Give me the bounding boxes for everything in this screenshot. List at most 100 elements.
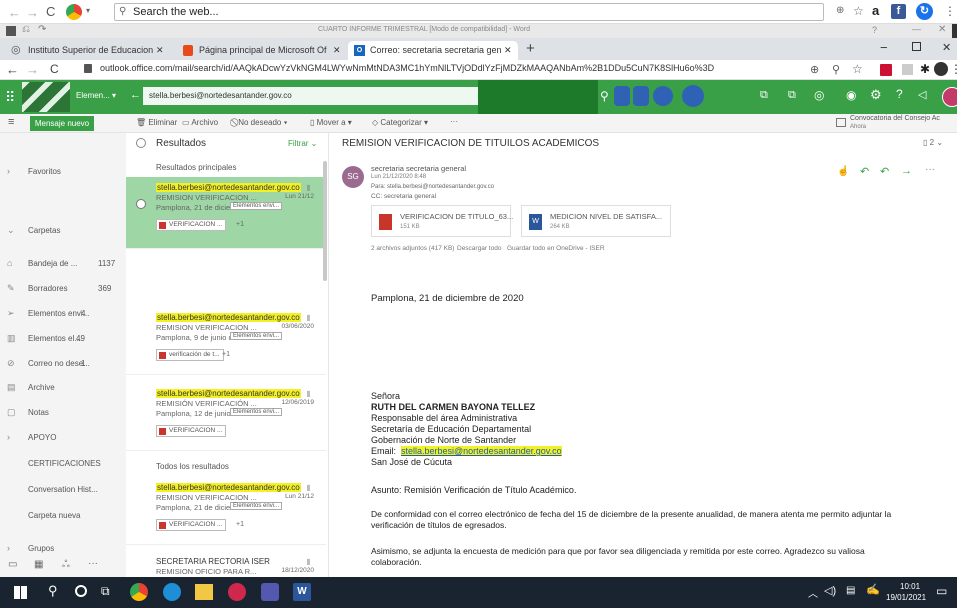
- back-icon[interactable]: ←: [6, 62, 19, 77]
- list-item[interactable]: stella.berbesi@nortedesantander.gov.co ⫴…: [126, 383, 326, 451]
- chrome-taskbar-icon[interactable]: [130, 583, 148, 601]
- settings-icon[interactable]: ⚙: [870, 87, 882, 103]
- clock-time[interactable]: 10:01: [900, 582, 920, 591]
- tab-close-icon[interactable]: ✕: [333, 41, 341, 60]
- tab-microsoft-office[interactable]: Página principal de Microsoft Of ✕: [177, 41, 347, 60]
- reload-icon[interactable]: C: [50, 62, 59, 76]
- zoom-icon[interactable]: ⊕: [836, 5, 844, 16]
- amazon-icon[interactable]: a: [872, 3, 879, 18]
- list-item[interactable]: SECRETARIA RECTORIA ISER ⫴ REMISION OFIC…: [126, 551, 326, 577]
- network-icon[interactable]: ▤: [846, 585, 855, 596]
- attachment-card[interactable]: VERIFICACION DE TITULO_63... 151 KB: [371, 205, 513, 237]
- more-icon[interactable]: ···: [88, 558, 98, 569]
- whats-new-icon[interactable]: ◎: [814, 88, 824, 102]
- star-icon[interactable]: ☆: [852, 62, 863, 76]
- categorize-button[interactable]: ◇ Categorizar ▾: [372, 118, 428, 127]
- pen-icon[interactable]: ✍: [866, 583, 880, 596]
- profile-icon[interactable]: [934, 62, 948, 76]
- word-taskbar-icon[interactable]: W: [293, 583, 311, 601]
- calendar-icon[interactable]: ▦: [34, 559, 43, 570]
- opera-taskbar-icon[interactable]: [228, 583, 246, 601]
- close-icon[interactable]: ✕: [942, 41, 951, 54]
- junk-button[interactable]: ⃠ No deseado ▾: [236, 118, 287, 128]
- nav-conversation-history[interactable]: Conversation Hist...: [0, 479, 126, 501]
- archive-button[interactable]: ▭ Archivo: [182, 118, 218, 127]
- redo-icon[interactable]: ↷: [38, 24, 46, 35]
- delete-button[interactable]: 🗑 Eliminar: [136, 118, 177, 127]
- ext-icon-2[interactable]: [902, 64, 913, 75]
- notice-link[interactable]: Convocatoria del Consejo Ac: [850, 115, 940, 122]
- scrollbar[interactable]: [323, 161, 327, 281]
- volume-icon[interactable]: ◁): [824, 584, 836, 597]
- forward-icon[interactable]: →: [901, 165, 912, 177]
- clock-date[interactable]: 19/01/2021: [886, 593, 926, 602]
- word-minimize-icon[interactable]: —: [912, 24, 921, 34]
- extension-icon[interactable]: ↻: [916, 3, 933, 20]
- app-launcher-icon[interactable]: ⠿: [5, 89, 15, 106]
- nav-certificaciones[interactable]: CERTIFICACIONES: [0, 453, 126, 475]
- list-item[interactable]: stella.berbesi@nortedesantander.gov.co ⫴…: [126, 307, 326, 375]
- nav-inbox[interactable]: ⌂ Bandeja de ... 1137: [0, 253, 126, 275]
- nav-carpeta-nueva[interactable]: Carpeta nueva: [0, 505, 126, 527]
- new-message-button[interactable]: Mensaje nuevo: [30, 116, 94, 131]
- attachment-chip[interactable]: VERIFICACION ...: [156, 519, 227, 531]
- undo-icon[interactable]: ⎌: [22, 24, 30, 35]
- word-help-icon[interactable]: ?: [872, 25, 877, 35]
- download-all-link[interactable]: Descargar todo: [457, 245, 501, 252]
- notifications-icon[interactable]: ▭: [936, 584, 947, 598]
- tab-close-icon[interactable]: ✕: [156, 41, 164, 60]
- select-circle-icon[interactable]: [136, 199, 146, 209]
- teams-taskbar-icon[interactable]: [261, 583, 279, 601]
- avatar[interactable]: [942, 87, 957, 107]
- header-back-icon[interactable]: ←: [130, 89, 141, 101]
- reload-icon[interactable]: C: [46, 4, 55, 19]
- forward-icon[interactable]: →: [26, 62, 39, 77]
- tab-instituto[interactable]: ◎ Instituto Superior de Educacion ✕: [6, 41, 170, 60]
- menu-dots-icon[interactable]: ⋮: [944, 4, 956, 18]
- add-icon[interactable]: ⊕: [810, 63, 819, 76]
- app-name[interactable]: Elemen...: [76, 91, 110, 100]
- tray-up-icon[interactable]: ︿: [808, 585, 818, 600]
- ext-icon[interactable]: [880, 64, 892, 76]
- search-icon[interactable]: ⚲: [600, 89, 609, 103]
- check-icon[interactable]: [136, 138, 146, 148]
- nav-notes[interactable]: ▢ Notas: [0, 402, 126, 424]
- windows-start-icon[interactable]: [14, 586, 27, 599]
- restore-icon[interactable]: [912, 42, 921, 51]
- task-view-icon[interactable]: ⧉: [101, 584, 110, 599]
- cortana-icon[interactable]: [75, 585, 87, 597]
- chevron-down-icon[interactable]: ▾: [86, 6, 90, 15]
- reply-icon[interactable]: ↶: [860, 165, 869, 178]
- search-icon[interactable]: ⚲: [48, 583, 58, 599]
- nav-deleted[interactable]: ▥ Elementos el... 49: [0, 328, 126, 350]
- like-icon[interactable]: ☝: [837, 166, 849, 177]
- account-search-box[interactable]: stella.berbesi@nortedesantander.gov.co: [143, 87, 478, 105]
- bell-icon[interactable]: ◉: [846, 88, 856, 102]
- filter-button[interactable]: Filtrar ⌄: [288, 139, 317, 148]
- nav-drafts[interactable]: ✎ Borradores 369: [0, 278, 126, 300]
- nav-folders[interactable]: ⌄ Carpetas: [0, 220, 126, 242]
- save-onedrive-link[interactable]: Guardar todo en OneDrive - ISER: [507, 245, 605, 252]
- chevron-down-icon[interactable]: ▾: [112, 91, 116, 100]
- attachment-chip[interactable]: VERIFICACION ...: [156, 219, 227, 231]
- search-input[interactable]: ⚲ Search the web...: [114, 3, 824, 21]
- attachment-chip[interactable]: verificación de t...: [156, 349, 224, 361]
- more-icon[interactable]: ···: [450, 117, 458, 126]
- sender-name[interactable]: secretaria secretaria general: [371, 164, 466, 173]
- skype-icon[interactable]: ⧉: [788, 89, 796, 102]
- nav-archive[interactable]: ▤ Archive: [0, 377, 126, 399]
- facebook-icon[interactable]: f: [891, 4, 906, 19]
- explorer-taskbar-icon[interactable]: [195, 584, 213, 600]
- forward-arrow-icon[interactable]: →: [26, 5, 39, 20]
- more-icon[interactable]: ···: [925, 164, 935, 175]
- attachment-chip[interactable]: VERIFICACION ...: [156, 425, 227, 437]
- avatar[interactable]: SG: [342, 166, 364, 188]
- menu-icon[interactable]: ⋮: [950, 62, 957, 76]
- nav-favorites[interactable]: › Favoritos: [0, 161, 126, 183]
- minimize-icon[interactable]: −: [880, 40, 888, 55]
- move-button[interactable]: ▯ Mover a ▾: [310, 118, 352, 127]
- help-icon[interactable]: ?: [896, 87, 903, 101]
- nav-sent[interactable]: ➢ Elementos envi... 4: [0, 303, 126, 325]
- hamburger-icon[interactable]: ≡: [8, 116, 14, 128]
- conversation-count[interactable]: ▯ 2 ⌄: [923, 138, 943, 147]
